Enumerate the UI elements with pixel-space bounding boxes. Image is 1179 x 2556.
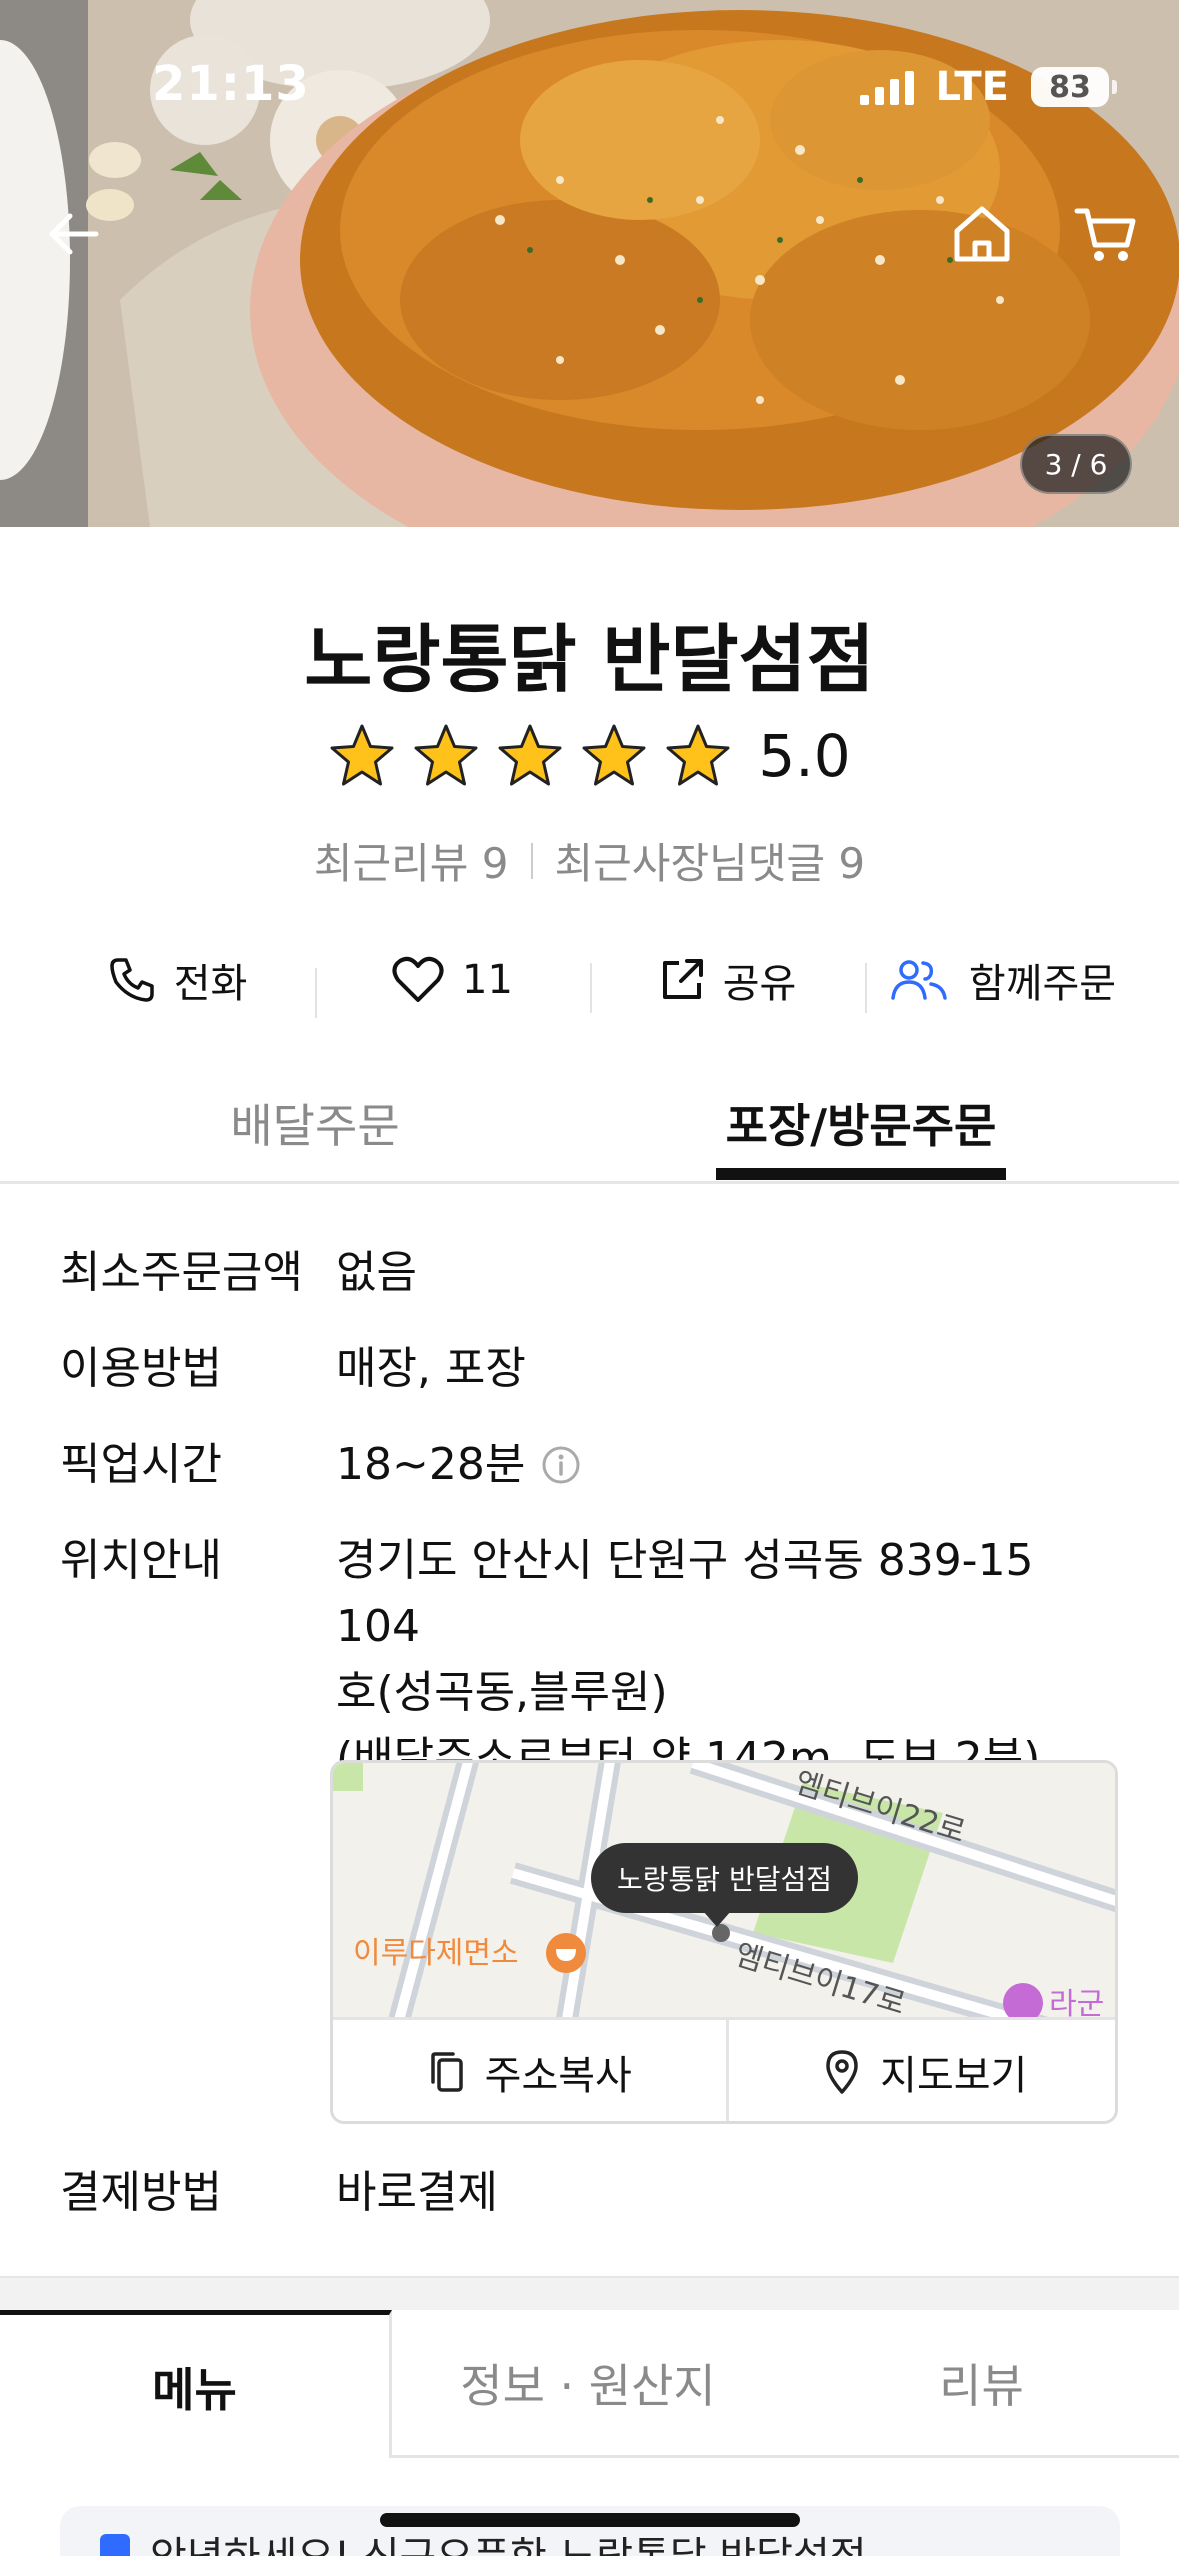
group-order-label: 함께주문	[968, 961, 1117, 1007]
usage-value: 매장, 포장	[336, 1343, 526, 1394]
star-icon	[498, 724, 562, 786]
tab-info-origin[interactable]: 정보 · 원산지	[392, 2310, 784, 2458]
share-label: 공유	[722, 961, 797, 1007]
signal-icon	[859, 69, 914, 105]
star-icon	[330, 724, 394, 786]
pickup-time-value: 18~28분	[336, 1439, 526, 1490]
tab-pickup-order[interactable]: 포장/방문주문	[716, 1090, 1006, 1156]
copy-icon	[430, 2052, 463, 2092]
usage-label: 이용방법	[60, 1343, 222, 1394]
notice-icon	[100, 2534, 130, 2556]
review-summary: 최근리뷰 9 최근사장님댓글 9	[0, 830, 1179, 891]
network-label: LTE	[935, 64, 1009, 110]
store-name: 노랑통닭 반달섬점	[304, 617, 875, 703]
heart-icon	[392, 956, 444, 1002]
location-pin-icon	[826, 2050, 858, 2094]
status-time: 21:13	[152, 56, 310, 112]
address-line: 호(성곡동,블루원)	[336, 1667, 668, 1718]
star-icon	[414, 724, 478, 786]
cart-button[interactable]	[1064, 192, 1148, 276]
map-actions: 주소복사 지도보기	[333, 2017, 1116, 2121]
home-indicator[interactable]	[380, 2513, 800, 2527]
call-button[interactable]: 전화	[40, 951, 315, 1009]
copy-address-label: 주소복사	[484, 2053, 632, 2099]
battery-icon: 83	[1031, 67, 1117, 107]
address-line: 경기도 안산시 단원구 성곡동 839-15 104	[336, 1535, 1034, 1652]
group-people-icon	[891, 960, 947, 1000]
selected-tab-indicator	[716, 1168, 1006, 1180]
like-button[interactable]: 11	[315, 956, 590, 1018]
min-order-value: 없음	[336, 1247, 417, 1298]
rating-row: 5.0	[0, 722, 1179, 790]
share-button[interactable]: 공유	[590, 951, 865, 1013]
like-count: 11	[462, 957, 513, 1003]
status-indicators: LTE 83	[859, 64, 1117, 110]
recent-reviews-link[interactable]: 최근리뷰 9	[314, 830, 509, 891]
location-label: 위치안내	[60, 1535, 222, 1586]
share-icon	[662, 959, 703, 999]
hero-image[interactable]: 21:13 LTE 83 3 / 6	[0, 0, 1179, 527]
order-type-tabs: 배달주문 포장/방문주문	[0, 1080, 1179, 1184]
star-icon	[582, 724, 646, 786]
pickup-time-value-wrap: 18~28분	[336, 1432, 581, 1498]
call-label: 전화	[173, 961, 248, 1007]
content-tabs: 메뉴 정보 · 원산지 리뷰	[0, 2310, 1179, 2458]
payment-label: 결제방법	[60, 2167, 222, 2218]
section-divider	[0, 2276, 1179, 2310]
arrow-left-icon	[49, 213, 99, 255]
phone-icon	[109, 958, 154, 1002]
copy-address-button[interactable]: 주소복사	[333, 2020, 726, 2121]
poi-label: 이루다제면소	[353, 1936, 519, 1971]
map-marker-label: 노랑통닭 반달섬점	[591, 1843, 858, 1927]
cart-icon	[1074, 208, 1136, 261]
pickup-time-label: 픽업시간	[60, 1439, 222, 1490]
home-icon	[954, 206, 1010, 262]
battery-level: 83	[1049, 69, 1091, 105]
tab-menu[interactable]: 메뉴	[0, 2310, 392, 2458]
recent-owner-replies-link[interactable]: 최근사장님댓글 9	[555, 830, 866, 891]
location-map-card: 엠티브이22로 엠티브이17로 이루다제면소 라군 노랑통닭 반달섬점 주소복사…	[330, 1760, 1118, 2124]
home-button[interactable]	[940, 192, 1024, 276]
divider	[530, 842, 533, 879]
payment-value: 바로결제	[336, 2167, 498, 2218]
tab-review[interactable]: 리뷰	[784, 2310, 1179, 2458]
map-preview[interactable]: 엠티브이22로 엠티브이17로 이루다제면소 라군 노랑통닭 반달섬점	[333, 1763, 1115, 2017]
location-value: 경기도 안산시 단원구 성곡동 839-15 104 호(성곡동,블루원) (배…	[336, 1528, 1126, 1792]
view-map-button[interactable]: 지도보기	[725, 2020, 1116, 2121]
min-order-label: 최소주문금액	[60, 1247, 303, 1298]
image-page-indicator: 3 / 6	[1020, 434, 1132, 494]
view-map-label: 지도보기	[880, 2053, 1028, 2099]
rating-value: 5.0	[758, 722, 851, 790]
info-icon[interactable]	[541, 1445, 581, 1485]
store-actions: 전화 11 공유 함께주문	[40, 940, 1140, 1020]
group-order-button[interactable]: 함께주문	[865, 951, 1140, 1013]
tab-delivery-order[interactable]: 배달주문	[0, 1090, 630, 1156]
star-icon	[666, 724, 730, 786]
back-button[interactable]	[32, 192, 116, 276]
notice-text: 안녕하세요! 신규오픈한 노랑통닭 반달섬점	[150, 2524, 867, 2556]
poi-label: 라군	[1049, 1987, 1104, 2017]
